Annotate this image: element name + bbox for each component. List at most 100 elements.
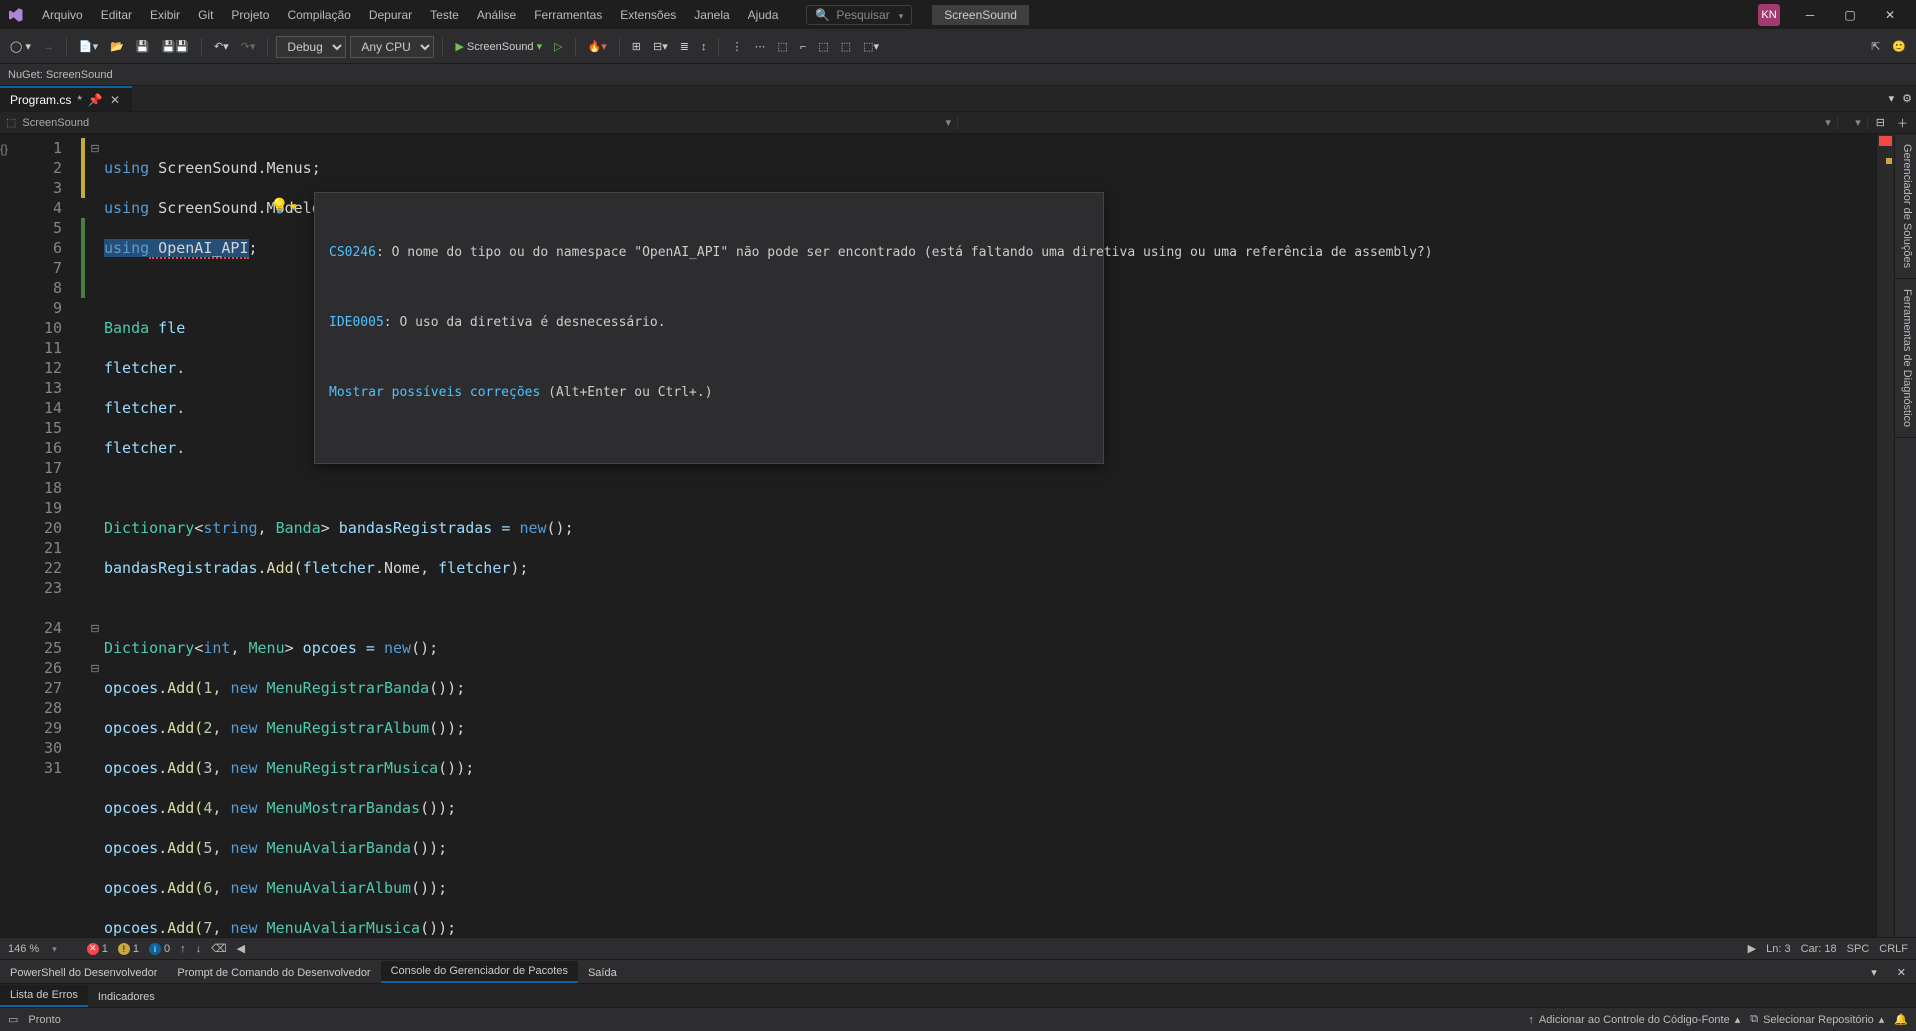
lightbulb-icon[interactable]: 💡▾ bbox=[274, 196, 294, 216]
tab-label: Program.cs bbox=[10, 93, 71, 107]
nav-fwd-button[interactable]: → bbox=[39, 38, 58, 56]
nav-type-dropdown[interactable]: ▾ bbox=[958, 116, 1838, 129]
tab-program-cs[interactable]: Program.cs* 📌 ✕ bbox=[0, 86, 132, 111]
tab-error-list[interactable]: Lista de Erros bbox=[0, 985, 88, 1007]
menu-ferramentas[interactable]: Ferramentas bbox=[526, 4, 610, 26]
menu-janela[interactable]: Janela bbox=[686, 4, 737, 26]
sidebar-tab-solution-explorer[interactable]: Gerenciador de Soluções bbox=[1895, 134, 1916, 279]
info-count[interactable]: i0 bbox=[149, 943, 170, 955]
platform-select[interactable]: Any CPU bbox=[350, 36, 434, 58]
search-icon: 🔍 bbox=[815, 8, 830, 22]
close-button[interactable]: ✕ bbox=[1870, 1, 1910, 29]
panel-close-icon[interactable]: ✕ bbox=[1887, 962, 1916, 983]
eol-mode[interactable]: CRLF bbox=[1879, 943, 1908, 955]
tab-indicators[interactable]: Indicadores bbox=[88, 987, 165, 1007]
tab-overflow-button[interactable]: ▾ bbox=[1885, 86, 1899, 111]
nav-member-dropdown[interactable]: ▾ bbox=[1838, 116, 1868, 129]
nuget-tab-bar: NuGet: ScreenSound bbox=[0, 64, 1916, 86]
zoom-level[interactable]: 146 % bbox=[8, 943, 39, 955]
menu-teste[interactable]: Teste bbox=[422, 4, 467, 26]
notifications-icon[interactable]: 🔔 bbox=[1894, 1013, 1908, 1026]
nav-down-icon[interactable]: ↓ bbox=[196, 943, 202, 955]
menu-analise[interactable]: Análise bbox=[469, 4, 524, 26]
redo-button[interactable]: ↷▾ bbox=[237, 37, 260, 56]
error-code-link[interactable]: CS0246 bbox=[329, 245, 376, 260]
menu-exibir[interactable]: Exibir bbox=[142, 4, 188, 26]
hscroll-left-icon[interactable]: ◀ bbox=[237, 942, 245, 955]
tb-btn-7[interactable]: ⬚ bbox=[773, 37, 791, 56]
nav-clear-icon[interactable]: ⌫ bbox=[211, 942, 227, 955]
error-count[interactable]: ✕1 bbox=[87, 943, 108, 955]
status-bar: ▭ Pronto ↑ Adicionar ao Controle do Códi… bbox=[0, 1007, 1916, 1031]
tab-powershell[interactable]: PowerShell do Desenvolvedor bbox=[0, 963, 167, 983]
editor-status-bar: 146 % ✕1 !1 i0 ↑ ↓ ⌫ ◀ ▶ Ln: 3 Car: 18 S… bbox=[0, 937, 1916, 959]
nav-back-button[interactable]: ◯ ▾ bbox=[6, 37, 35, 56]
tb-btn-11[interactable]: ⬚▾ bbox=[859, 37, 883, 56]
tab-output[interactable]: Saída bbox=[578, 963, 627, 983]
tb-btn-9[interactable]: ⬚ bbox=[814, 37, 832, 56]
tab-package-console[interactable]: Console do Gerenciador de Pacotes bbox=[381, 961, 578, 983]
hot-reload-button[interactable]: 🔥▾ bbox=[584, 37, 611, 56]
menu-ajuda[interactable]: Ajuda bbox=[740, 4, 787, 26]
tb-btn-5[interactable]: ⋮ bbox=[727, 37, 746, 56]
nuget-tab[interactable]: NuGet: ScreenSound bbox=[8, 69, 113, 81]
tb-btn-3[interactable]: ≣ bbox=[676, 37, 693, 56]
tb-btn-1[interactable]: ⊞ bbox=[628, 37, 645, 56]
minimize-button[interactable]: ─ bbox=[1790, 1, 1830, 29]
new-item-button[interactable]: 📄▾ bbox=[75, 37, 102, 56]
close-icon[interactable]: ✕ bbox=[108, 93, 122, 107]
sidebar-tab-diagnostics[interactable]: Ferramentas de Diagnóstico bbox=[1895, 279, 1916, 438]
show-fixes-link[interactable]: Mostrar possíveis correções bbox=[329, 385, 540, 400]
menu-git[interactable]: Git bbox=[190, 4, 221, 26]
tab-cmd[interactable]: Prompt de Comando do Desenvolvedor bbox=[167, 963, 380, 983]
split-icon[interactable]: ⊟ bbox=[1872, 112, 1889, 134]
error-tooltip: CS0246: O nome do tipo ou do namespace "… bbox=[314, 192, 1104, 464]
maximize-button[interactable]: ▢ bbox=[1830, 1, 1870, 29]
config-select[interactable]: Debug bbox=[276, 36, 346, 58]
nav-project-dropdown[interactable]: ⬚ ScreenSound ▾ bbox=[0, 116, 958, 129]
undo-button[interactable]: ↶▾ bbox=[210, 37, 233, 56]
panel-collapse-icon[interactable]: ▾ bbox=[1861, 962, 1887, 983]
menu-arquivo[interactable]: Arquivo bbox=[34, 4, 91, 26]
menu-depurar[interactable]: Depurar bbox=[361, 4, 420, 26]
code-content[interactable]: using ScreenSound.Menus; using ScreenSou… bbox=[104, 134, 1876, 937]
output-icon[interactable]: ▭ bbox=[8, 1013, 18, 1026]
bottom-panel-tabs-1: PowerShell do Desenvolvedor Prompt de Co… bbox=[0, 959, 1916, 983]
solution-name: ScreenSound bbox=[932, 5, 1029, 25]
right-tool-tabs: Gerenciador de Soluções Ferramentas de D… bbox=[1894, 134, 1916, 937]
tb-btn-4[interactable]: ↕ bbox=[697, 38, 711, 56]
menu-projeto[interactable]: Projeto bbox=[223, 4, 277, 26]
indent-mode[interactable]: SPC bbox=[1847, 943, 1870, 955]
nav-bar: ⬚ ScreenSound ▾ ▾ ▾ ⊟ ＋ bbox=[0, 112, 1916, 134]
select-repo-button[interactable]: ⧉ Selecionar Repositório ▴ bbox=[1750, 1013, 1884, 1026]
chevron-down-icon: ▾ bbox=[945, 116, 951, 129]
code-editor[interactable]: {} 123456789 1011121314151617 1819202122… bbox=[0, 134, 1894, 937]
menu-extensoes[interactable]: Extensões bbox=[612, 4, 684, 26]
search-placeholder: Pesquisar bbox=[836, 8, 889, 22]
main-menu: Arquivo Editar Exibir Git Projeto Compil… bbox=[34, 4, 786, 26]
feedback-button[interactable]: 🙂 bbox=[1888, 37, 1910, 56]
open-button[interactable]: 📂 bbox=[106, 37, 128, 56]
menu-editar[interactable]: Editar bbox=[93, 4, 140, 26]
pin-icon[interactable]: 📌 bbox=[88, 93, 102, 107]
save-button[interactable]: 💾 bbox=[132, 37, 154, 56]
warning-count[interactable]: !1 bbox=[118, 943, 139, 955]
start-nodebug-button[interactable]: ▷ bbox=[550, 37, 566, 56]
expand-icon[interactable]: ＋ bbox=[1893, 112, 1912, 134]
live-share-button[interactable]: ⇱ bbox=[1867, 37, 1884, 56]
hscroll-right-icon[interactable]: ▶ bbox=[1748, 942, 1756, 955]
nav-up-icon[interactable]: ↑ bbox=[180, 943, 186, 955]
user-avatar[interactable]: KN bbox=[1758, 4, 1780, 26]
tb-btn-2[interactable]: ⊟▾ bbox=[649, 37, 672, 56]
tb-btn-6[interactable]: ⋯ bbox=[750, 37, 769, 56]
error-code-link-2[interactable]: IDE0005 bbox=[329, 315, 384, 330]
source-control-button[interactable]: ↑ Adicionar ao Controle do Código-Fonte … bbox=[1528, 1013, 1740, 1026]
tb-btn-8[interactable]: ⌐ bbox=[796, 38, 810, 56]
tb-btn-10[interactable]: ⬚ bbox=[837, 37, 855, 56]
vertical-scrollbar[interactable] bbox=[1876, 134, 1894, 937]
tab-settings-button[interactable]: ⚙ bbox=[1898, 86, 1916, 111]
save-all-button[interactable]: 💾💾 bbox=[158, 37, 193, 56]
menu-compilacao[interactable]: Compilação bbox=[279, 4, 358, 26]
start-debug-button[interactable]: ▶ ScreenSound ▾ bbox=[451, 37, 546, 56]
search-box[interactable]: 🔍 Pesquisar bbox=[806, 5, 912, 25]
